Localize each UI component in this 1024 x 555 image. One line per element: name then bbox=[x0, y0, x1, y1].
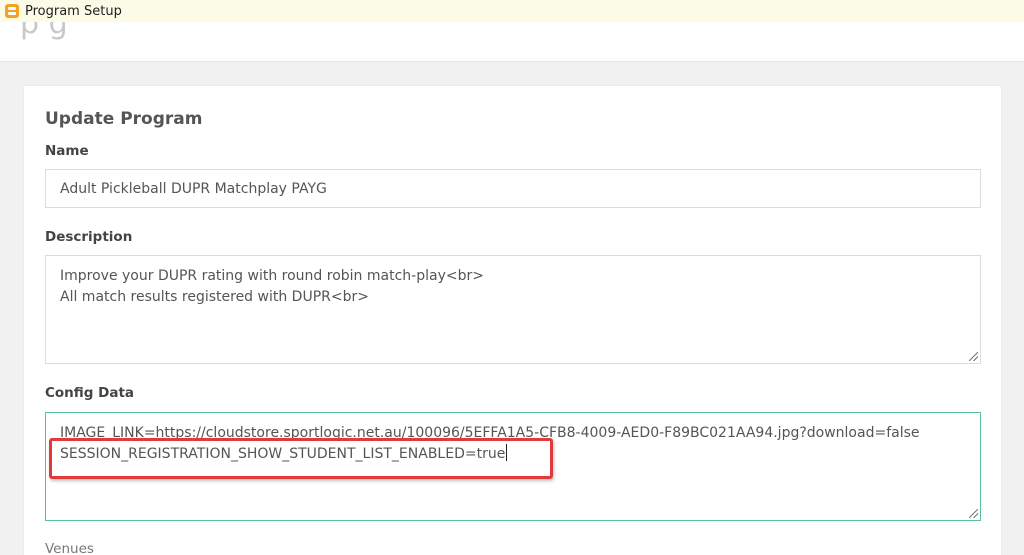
page-header: p g bbox=[0, 22, 1024, 62]
app-icon bbox=[5, 4, 19, 18]
name-input[interactable]: Adult Pickleball DUPR Matchplay PAYG bbox=[45, 169, 981, 208]
config-data-label: Config Data bbox=[45, 385, 135, 401]
description-line: Improve your DUPR rating with round robi… bbox=[60, 268, 484, 284]
description-textarea[interactable]: Improve your DUPR rating with round robi… bbox=[45, 255, 981, 364]
resize-grip-icon[interactable] bbox=[969, 352, 978, 361]
page-title-fragment: p g bbox=[20, 22, 68, 41]
venues-label: Venues bbox=[45, 541, 94, 555]
name-label: Name bbox=[45, 143, 89, 159]
card-title: Update Program bbox=[45, 109, 203, 129]
window-title: Program Setup bbox=[25, 3, 122, 19]
resize-grip-icon[interactable] bbox=[969, 509, 978, 518]
update-program-card: Update Program Name Adult Pickleball DUP… bbox=[23, 85, 1002, 555]
name-input-value: Adult Pickleball DUPR Matchplay PAYG bbox=[60, 180, 327, 197]
highlight-annotation-box bbox=[49, 438, 553, 479]
description-line: All match results registered with DUPR<b… bbox=[60, 289, 369, 305]
description-label: Description bbox=[45, 229, 133, 245]
window-titlebar: Program Setup bbox=[0, 0, 1024, 22]
